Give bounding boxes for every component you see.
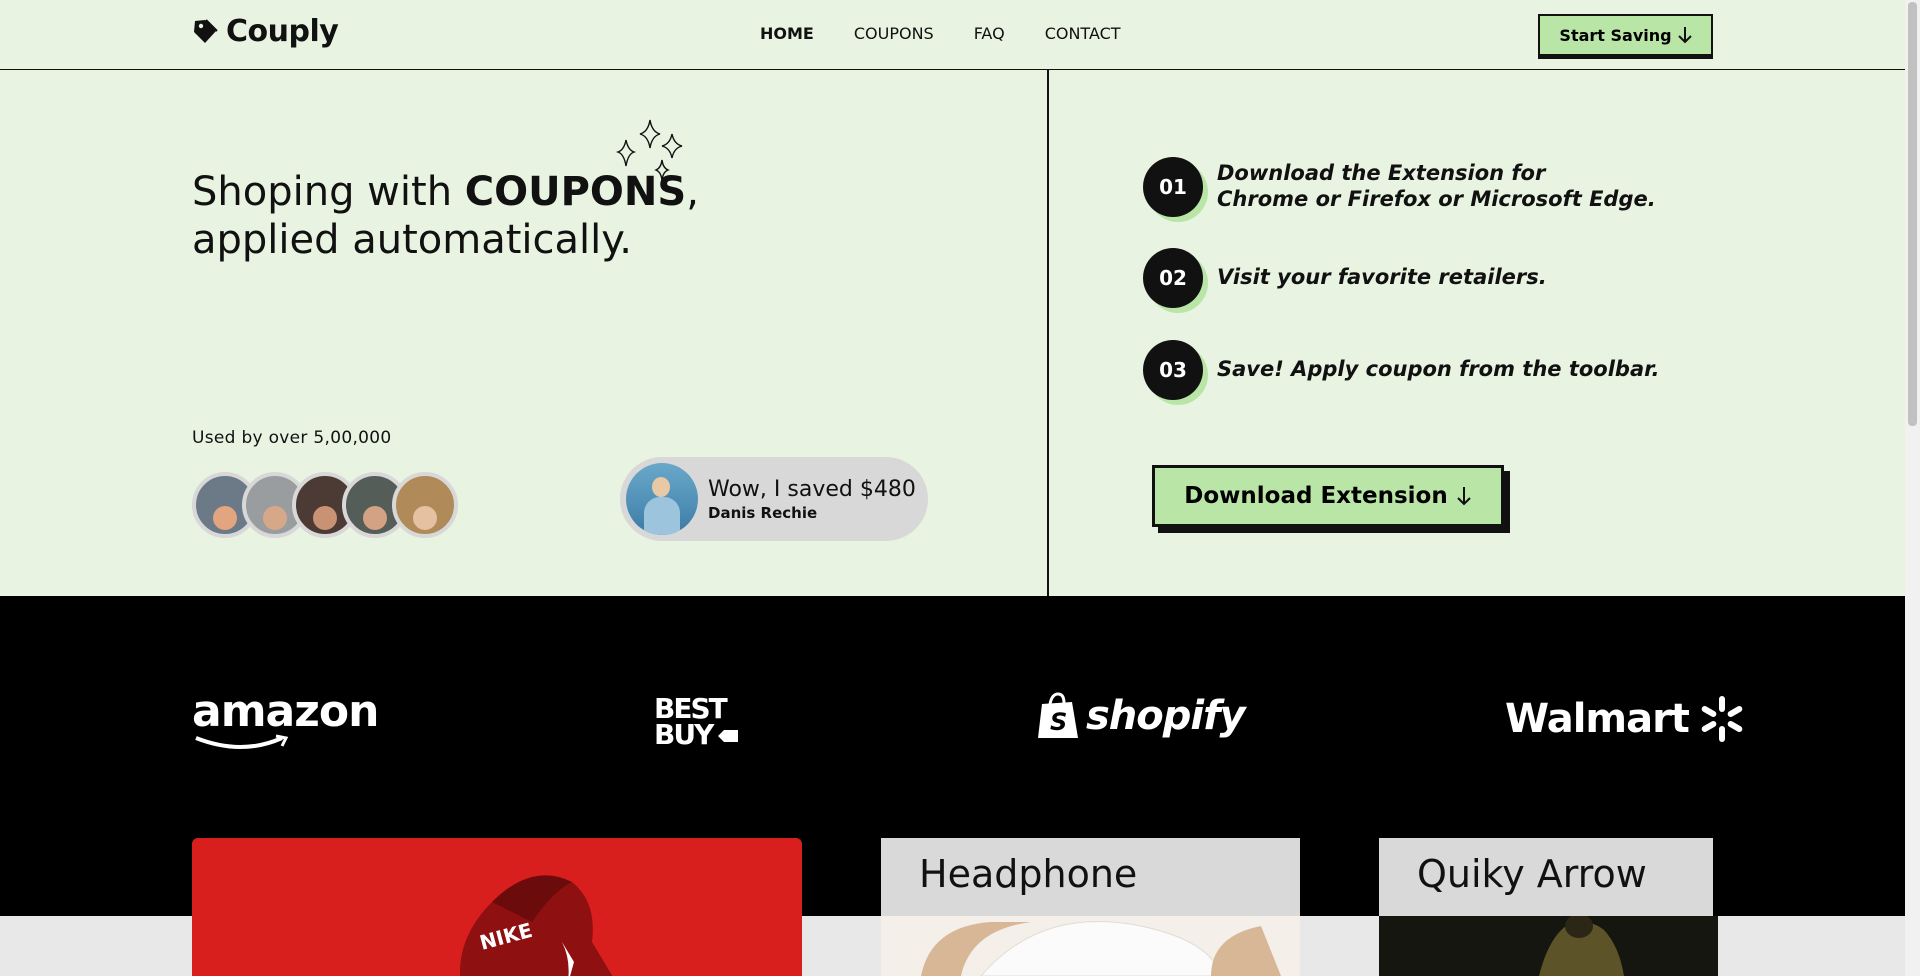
logo[interactable]: Couply — [192, 14, 339, 49]
svg-text:S: S — [1050, 708, 1066, 736]
arrow-down-icon — [1677, 27, 1692, 44]
testimonial-name: Danis Rechie — [708, 503, 818, 522]
quiky-arrow-image — [1379, 916, 1718, 976]
bestbuy-logo: BEST BUY — [654, 695, 738, 751]
user-avatars — [192, 472, 458, 538]
start-saving-label: Start Saving — [1559, 25, 1672, 45]
step-2: 02 Visit your favorite retailers. — [1143, 248, 1547, 308]
step-text-line1: Visit your favorite retailers. — [1217, 265, 1547, 289]
amazon-logo: amazon — [192, 686, 379, 749]
hero-title-line2: applied automatically. — [192, 217, 632, 263]
shopify-bag-icon: S — [1038, 692, 1078, 738]
hero-title-prefix: Shoping with — [192, 169, 465, 215]
bestbuy-line2: BUY — [654, 718, 714, 751]
headphone-illustration — [881, 916, 1300, 976]
arrow-down-icon — [1457, 487, 1471, 506]
nav-faq[interactable]: FAQ — [974, 24, 1005, 43]
nike-product-card[interactable]: NIKE — [192, 838, 802, 976]
quiky-arrow-card-title: Quiky Arrow — [1417, 852, 1647, 896]
step-number: 01 — [1143, 157, 1203, 217]
step-text-line2: Chrome or Firefox or Microsoft Edge. — [1217, 187, 1656, 211]
sparkle-icon — [615, 119, 683, 181]
headphone-product-card[interactable]: Headphone — [881, 838, 1300, 976]
testimonial-bubble: Wow, I saved $480 Danis Rechie — [620, 457, 928, 541]
step-text-line1: Download the Extension for — [1217, 161, 1546, 185]
nav-home[interactable]: HOME — [760, 24, 814, 43]
step-1: 01 Download the Extension for Chrome or … — [1143, 157, 1656, 217]
main-nav: HOME COUPONS FAQ CONTACT — [760, 24, 1121, 43]
amazon-wordmark: amazon — [192, 686, 379, 737]
used-by-count: Used by over 5,00,000 — [192, 428, 392, 448]
hero-title-comma: , — [686, 169, 699, 215]
scrollbar-thumb[interactable] — [1908, 2, 1917, 426]
walmart-spark-icon — [1701, 696, 1743, 742]
download-extension-label: Download Extension — [1184, 483, 1448, 509]
jacket-illustration — [1379, 916, 1718, 976]
nav-coupons[interactable]: COUPONS — [854, 24, 934, 43]
logo-text: Couply — [226, 14, 339, 49]
avatar — [392, 472, 458, 538]
site-header: Couply HOME COUPONS FAQ CONTACT Start Sa… — [0, 0, 1905, 70]
headphone-image — [881, 916, 1300, 976]
nav-contact[interactable]: CONTACT — [1045, 24, 1121, 43]
shopify-wordmark: shopify — [1086, 693, 1246, 739]
download-extension-button[interactable]: Download Extension — [1152, 465, 1504, 527]
step-text-line1: Save! Apply coupon from the toolbar. — [1217, 357, 1660, 381]
hero-divider — [1047, 70, 1049, 596]
start-saving-button[interactable]: Start Saving — [1538, 14, 1713, 56]
page-scrollbar[interactable] — [1905, 0, 1920, 976]
step-3: 03 Save! Apply coupon from the toolbar. — [1143, 340, 1659, 400]
headphone-card-title: Headphone — [919, 852, 1138, 896]
step-number: 03 — [1143, 340, 1203, 400]
testimonial-quote: Wow, I saved $480 — [708, 476, 916, 502]
sneaker-image: NIKE — [460, 875, 613, 976]
walmart-wordmark: Walmart — [1505, 696, 1690, 742]
amazon-smile-icon — [195, 734, 289, 749]
step-number: 02 — [1143, 248, 1203, 308]
shopify-logo: S shopify — [1036, 692, 1246, 740]
tag-icon — [194, 18, 218, 43]
quiky-arrow-product-card[interactable]: Quiky Arrow — [1379, 838, 1718, 976]
walmart-logo: Walmart — [1505, 694, 1747, 744]
testimonial-avatar — [626, 463, 698, 535]
